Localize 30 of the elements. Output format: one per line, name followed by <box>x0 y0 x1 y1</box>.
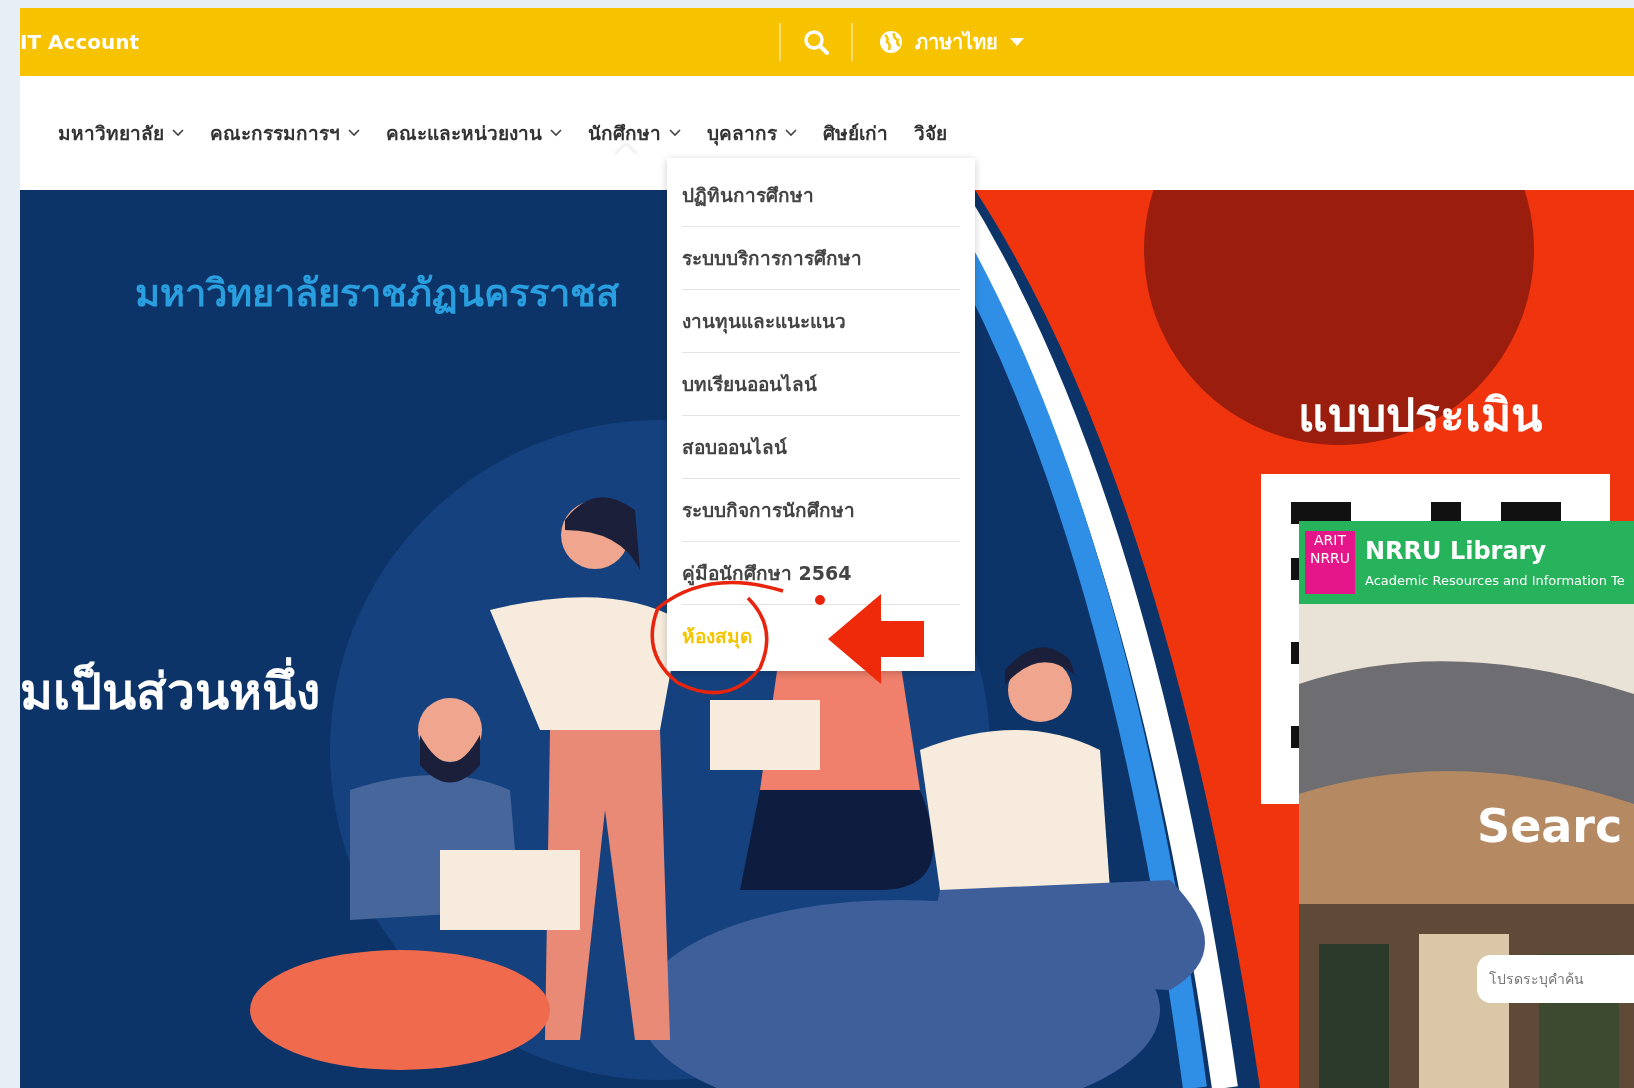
nav-item[interactable]: วิจัย <box>914 118 947 148</box>
library-title: NRRU Library <box>1365 537 1548 565</box>
chevron-down-icon <box>550 129 562 137</box>
chevron-down-icon <box>669 129 681 137</box>
library-subtitle: Academic Resources and Information Te <box>1365 573 1625 588</box>
language-label: ภาษาไทย <box>915 29 998 56</box>
menu-item[interactable]: ระบบกิจการนักศึกษา <box>682 479 960 542</box>
menu-item[interactable]: ระบบบริการการศึกษา <box>682 227 960 290</box>
search-heading: Searc <box>1477 799 1623 853</box>
chevron-down-icon <box>348 129 360 137</box>
search-icon[interactable] <box>803 29 829 55</box>
nav-item[interactable]: บุคลากร <box>707 118 797 148</box>
menu-item[interactable]: สอบออนไลน์ <box>682 416 960 479</box>
menu-item[interactable]: ปฏิทินการศึกษา <box>682 164 960 227</box>
caret-icon <box>1010 37 1024 47</box>
university-name: มหาวิทยาลัยราชภัฏนครราชส <box>135 270 619 317</box>
evaluation-title: แบบประเมิน <box>1298 387 1542 444</box>
nav-item[interactable]: มหาวิทยาลัย <box>58 118 184 148</box>
banner-slogan: มเป็นส่วนหนึ่ง <box>20 652 320 731</box>
nav-item[interactable]: คณะและหน่วยงาน <box>386 118 562 148</box>
search-field[interactable]: โปรดระบุคำค้น <box>1477 955 1634 1003</box>
library-logo: ARIT NRRU <box>1305 531 1355 594</box>
menu-item[interactable]: งานทุนและแนะแนว <box>682 290 960 353</box>
chevron-down-icon <box>785 129 797 137</box>
dot-mark <box>815 595 825 605</box>
chevron-down-icon <box>172 129 184 137</box>
globe-icon <box>879 30 903 54</box>
nav-item[interactable]: ศิษย์เก่า <box>823 118 888 148</box>
menu-item[interactable]: บทเรียนออนไลน์ <box>682 353 960 416</box>
nav-item[interactable]: คณะกรรมการฯ <box>210 118 360 148</box>
